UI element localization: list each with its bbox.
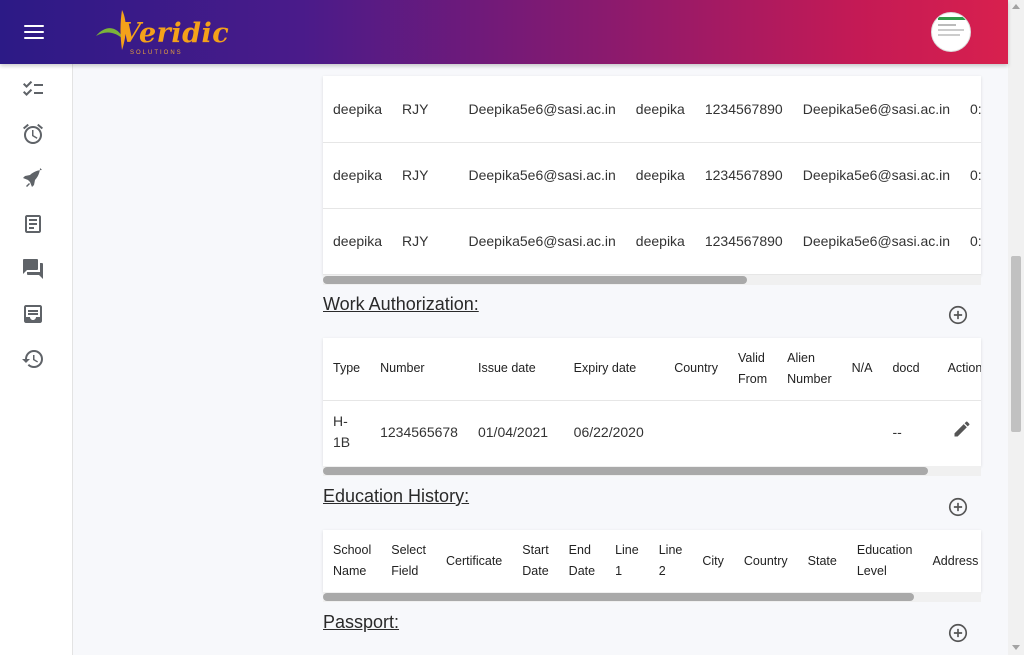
scrollbar-thumb[interactable] <box>323 467 928 475</box>
education-history-horizontal-scrollbar[interactable] <box>323 592 981 602</box>
work-authorization-horizontal-scrollbar[interactable] <box>323 466 981 476</box>
column-header[interactable]: Select Field <box>381 530 436 592</box>
table-cell: 1234567890 <box>694 142 793 209</box>
table-row: deepika RJY Deepika5e6@sasi.ac.in deepik… <box>323 208 981 275</box>
table-cell: Deepika5e6@sasi.ac.in <box>792 142 961 209</box>
table-row: H-1B 1234565678 01/04/2021 06/22/2020 -- <box>323 400 981 464</box>
table-cell: deepika <box>323 208 393 275</box>
logo-text: Veridic <box>120 18 230 49</box>
column-header[interactable]: Number <box>370 338 468 401</box>
table-header-row: Type Number Issue date Expiry date Count… <box>323 338 981 401</box>
table-cell: 0: <box>960 142 981 209</box>
alarm-icon[interactable] <box>21 122 45 146</box>
column-header[interactable]: Start Date <box>512 530 558 592</box>
table-cell: Deepika5e6@sasi.ac.in <box>458 208 626 275</box>
page-scrollbar-thumb[interactable] <box>1011 256 1021 432</box>
work-authorization-card: Type Number Issue date Expiry date Count… <box>323 338 981 466</box>
column-header[interactable]: Certificate <box>436 530 512 592</box>
table-cell: deepika <box>625 76 695 143</box>
table-cell: 01/04/2021 <box>477 423 549 440</box>
table-cell: 1234565678 <box>380 423 458 440</box>
document-icon[interactable] <box>21 212 45 236</box>
top-app-bar: Veridic SOLUTIONS <box>0 0 1008 64</box>
table-cell <box>842 400 883 464</box>
column-header[interactable]: End Date <box>559 530 605 592</box>
table-cell: deepika <box>323 76 393 143</box>
scrollbar-thumb[interactable] <box>323 276 747 284</box>
table-header-row: School Name Select Field Certificate Sta… <box>323 530 981 592</box>
sidebar <box>0 64 73 655</box>
table-cell: deepika <box>625 208 695 275</box>
column-header[interactable]: Valid From <box>727 338 778 401</box>
add-circle-icon <box>948 497 968 517</box>
work-authorization-title: Work Authorization: <box>323 294 479 314</box>
table-cell: 06/22/2020 <box>573 423 644 440</box>
column-header[interactable]: Actions <box>937 338 981 401</box>
column-header[interactable]: Expiry date <box>563 338 665 401</box>
column-header[interactable]: docd <box>882 338 938 401</box>
table-cell: 1234567890 <box>694 208 793 275</box>
flight-icon[interactable] <box>21 167 45 191</box>
scroll-down-arrow-icon[interactable] <box>1012 645 1020 650</box>
table-cell: -- <box>892 423 902 440</box>
add-education-history-button[interactable] <box>947 496 969 518</box>
column-header[interactable]: Type <box>323 338 371 401</box>
column-header[interactable]: School Name <box>323 530 381 592</box>
table-cell: Deepika5e6@sasi.ac.in <box>792 76 961 143</box>
add-passport-button[interactable] <box>947 622 969 644</box>
user-avatar[interactable] <box>931 12 971 52</box>
passport-title: Passport: <box>323 612 400 632</box>
inbox-icon[interactable] <box>21 302 45 326</box>
column-header[interactable]: Alien Number <box>777 338 842 401</box>
add-circle-icon <box>948 623 968 643</box>
education-history-card: School Name Select Field Certificate Sta… <box>323 530 981 592</box>
add-circle-icon <box>948 305 968 325</box>
table-cell: Deepika5e6@sasi.ac.in <box>458 142 626 209</box>
menu-icon[interactable] <box>22 21 46 45</box>
table-cell <box>777 400 841 464</box>
column-header[interactable]: Line 1 <box>605 530 649 592</box>
table-cell: 1234567890 <box>694 76 793 143</box>
column-header[interactable]: City <box>692 530 734 592</box>
table-cell <box>728 400 777 464</box>
table-cell <box>664 400 728 464</box>
table-cell: Deepika5e6@sasi.ac.in <box>458 76 626 143</box>
contacts-table: deepika RJY Deepika5e6@sasi.ac.in deepik… <box>323 76 981 275</box>
column-header[interactable]: Country <box>664 338 728 401</box>
contacts-table-card: deepika RJY Deepika5e6@sasi.ac.in deepik… <box>323 76 981 275</box>
work-authorization-table: Type Number Issue date Expiry date Count… <box>323 338 981 464</box>
table-cell: RJY <box>392 76 459 143</box>
table-cell: Deepika5e6@sasi.ac.in <box>792 208 961 275</box>
logo-subtext: SOLUTIONS <box>130 50 183 56</box>
chat-icon[interactable] <box>21 257 45 281</box>
table-row: deepika RJY Deepika5e6@sasi.ac.in deepik… <box>323 76 981 143</box>
add-work-authorization-button[interactable] <box>947 304 969 326</box>
education-history-table: School Name Select Field Certificate Sta… <box>323 530 981 592</box>
scroll-up-arrow-icon[interactable] <box>1012 4 1020 9</box>
actions-cell <box>938 400 981 464</box>
table-cell: 0: <box>960 76 981 143</box>
column-header[interactable]: Country <box>734 530 798 592</box>
table-cell: deepika <box>323 142 393 209</box>
edit-icon[interactable] <box>952 421 972 442</box>
column-header[interactable]: Line 2 <box>649 530 693 592</box>
education-history-title: Education History: <box>323 486 470 506</box>
table-cell: deepika <box>625 142 695 209</box>
history-icon[interactable] <box>21 347 45 371</box>
checklist-icon[interactable] <box>21 77 45 101</box>
table-cell: RJY <box>392 208 459 275</box>
column-header[interactable]: Issue date <box>467 338 564 401</box>
column-header[interactable]: State <box>798 530 847 592</box>
table-cell: 0: <box>960 208 981 275</box>
column-header[interactable]: Address <box>922 530 981 592</box>
column-header[interactable]: N/A <box>841 338 883 401</box>
table-row: deepika RJY Deepika5e6@sasi.ac.in deepik… <box>323 142 981 209</box>
column-header[interactable]: Education Level <box>847 530 923 592</box>
scrollbar-thumb[interactable] <box>323 593 914 601</box>
table-cell: RJY <box>392 142 459 209</box>
contacts-horizontal-scrollbar[interactable] <box>323 275 981 285</box>
brand-logo[interactable]: Veridic SOLUTIONS <box>92 6 229 60</box>
table-cell: H-1B <box>333 413 351 451</box>
